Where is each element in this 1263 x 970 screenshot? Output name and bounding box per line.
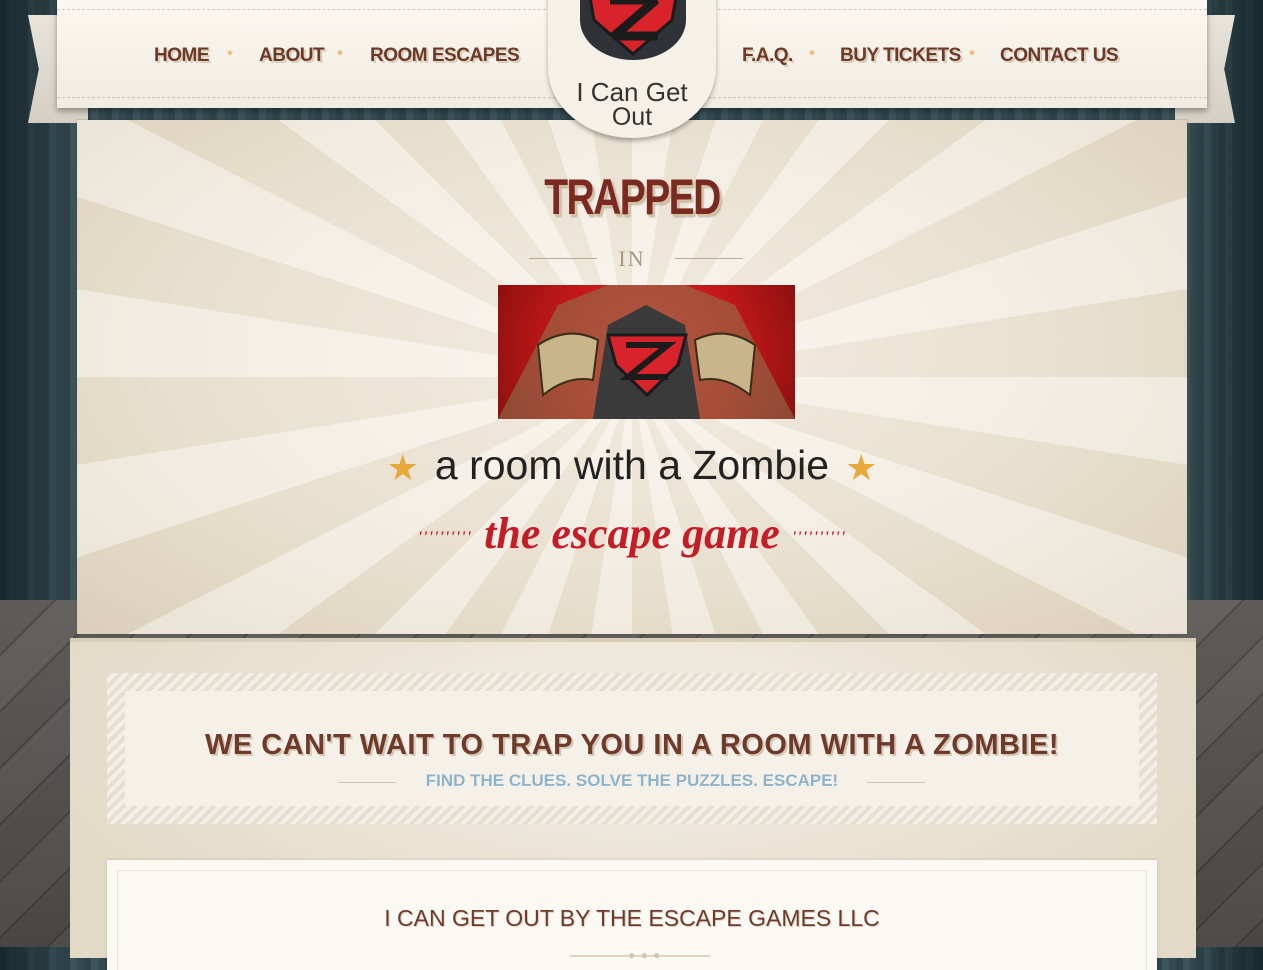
logo-text-line2: Out: [611, 103, 653, 131]
connector-line-right: [675, 258, 743, 259]
decorative-dots-left: '''''''''': [417, 528, 473, 546]
nav-about-link[interactable]: ABOUT: [259, 45, 325, 67]
nav-home-link[interactable]: HOME: [154, 45, 210, 67]
site-logo[interactable]: I Can Get Out: [548, 0, 716, 138]
company-card-title: I CAN GET OUT BY THE ESCAPE GAMES LLC: [384, 905, 880, 931]
nav-room-escapes-link[interactable]: ROOM ESCAPES: [370, 45, 520, 67]
content-section: WE CAN'T WAIT TO TRAP YOU IN A ROOM WITH…: [70, 638, 1196, 970]
hero-tagline: a room with a Zombie: [434, 442, 830, 488]
nav-separator-star-icon: *: [337, 47, 343, 64]
hero-tagline-row: ★ a room with a Zombie ★: [77, 442, 1187, 489]
company-card: I CAN GET OUT BY THE ESCAPE GAMES LLC ● …: [107, 860, 1157, 970]
hero-connector-row: IN: [77, 246, 1187, 272]
hero-subtitle-row: '''''''''' the escape game '''''''''': [77, 508, 1187, 559]
nav-buy-tickets-link[interactable]: BUY TICKETS: [840, 45, 961, 67]
subtitle-line-right: [867, 782, 925, 783]
hero-connector: IN: [618, 246, 646, 271]
nav-separator-star-icon: *: [969, 47, 975, 64]
callout-banner: WE CAN'T WAIT TO TRAP YOU IN A ROOM WITH…: [107, 673, 1157, 824]
connector-line-left: [529, 258, 597, 259]
subtitle-line-left: [338, 782, 396, 783]
content-top-edge: [70, 638, 1196, 642]
callout-subtitle: FIND THE CLUES. SOLVE THE PUZZLES. ESCAP…: [425, 771, 839, 790]
callout-title: WE CAN'T WAIT TO TRAP YOU IN A ROOM WITH…: [204, 729, 1060, 761]
hero-headline: TRAPPED: [544, 169, 721, 225]
callout-banner-inner: WE CAN'T WAIT TO TRAP YOU IN A ROOM WITH…: [125, 691, 1139, 806]
gold-star-icon: ★: [845, 447, 878, 489]
nav-separator-star-icon: *: [227, 47, 233, 64]
hero-section: TRAPPED IN ★ a room with a Zombie ★ ''''''…: [77, 120, 1187, 634]
logo-shield-icon: [580, 0, 686, 60]
gold-star-icon: ★: [386, 447, 419, 489]
hero-subtitle: the escape game: [484, 509, 780, 558]
card-divider-ornament: ● ● ●: [628, 948, 662, 962]
nav-faq-link[interactable]: F.A.Q.: [742, 45, 793, 67]
nav-contact-us-link[interactable]: CONTACT US: [1000, 45, 1119, 67]
hero-zombie-image: [498, 285, 795, 419]
decorative-dots-right: '''''''''': [791, 528, 847, 546]
nav-separator-star-icon: *: [809, 47, 815, 64]
company-card-inner: I CAN GET OUT BY THE ESCAPE GAMES LLC ● …: [117, 870, 1147, 970]
callout-subtitle-row: FIND THE CLUES. SOLVE THE PUZZLES. ESCAP…: [125, 771, 1139, 791]
